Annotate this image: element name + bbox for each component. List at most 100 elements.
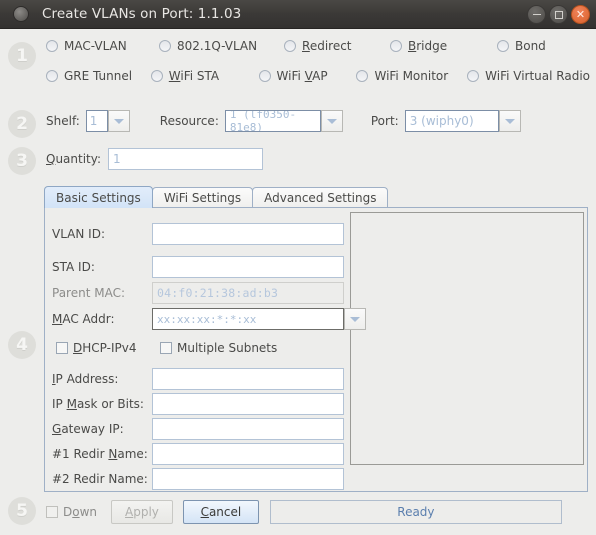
ip-mask-label: IP Mask or Bits:: [52, 397, 144, 411]
shelf-label: Shelf:: [46, 114, 80, 128]
gateway-ip-input[interactable]: [152, 418, 344, 440]
radio-dot-icon: [390, 40, 402, 52]
dhcp-ipv4-checkbox[interactable]: DHCP-IPv4: [56, 341, 160, 355]
down-checkbox[interactable]: Down: [46, 505, 97, 519]
radio-dot-icon: [159, 40, 171, 52]
settings-side-box: [350, 212, 584, 465]
redir1-input[interactable]: [152, 443, 344, 465]
resource-combo[interactable]: 1 (lf0350-81e8): [224, 110, 343, 132]
mac-addr-input[interactable]: xx:xx:xx:*:*:xx: [152, 308, 344, 330]
port-type-group-row2: GRE Tunnel WiFi STA WiFi VAP WiFi Monito…: [46, 66, 590, 86]
shelf-combo[interactable]: 1: [85, 110, 130, 132]
radio-label: GRE Tunnel: [64, 69, 133, 83]
radio-dot-icon: [46, 40, 58, 52]
title-bar: Create VLANs on Port: 1.1.03 ✕: [0, 0, 596, 29]
multiple-subnets-checkbox[interactable]: Multiple Subnets: [160, 341, 277, 355]
mac-addr-combo[interactable]: xx:xx:xx:*:*:xx: [152, 308, 366, 330]
parent-mac-value: 04:f0:21:38:ad:b3: [152, 282, 344, 304]
radio-label: WiFi Virtual Radio: [485, 69, 590, 83]
minimize-icon[interactable]: [527, 5, 546, 24]
radio-wifi-sta[interactable]: WiFi STA: [150, 69, 259, 83]
parent-mac-row: Parent MAC: 04:f0:21:38:ad:b3: [52, 282, 344, 304]
gateway-ip-label: Gateway IP:: [52, 422, 124, 436]
radio-dot-icon: [467, 70, 480, 82]
quantity-row: Quantity: 1: [46, 148, 264, 170]
radio-label: Bond: [515, 39, 546, 53]
ip-mask-row: IP Mask or Bits:: [52, 393, 344, 415]
vlan-id-label: VLAN ID:: [52, 227, 105, 241]
chevron-down-icon[interactable]: [107, 110, 130, 132]
port-value[interactable]: 3 (wiphy0): [404, 110, 499, 132]
vlan-id-input[interactable]: [152, 223, 344, 245]
cancel-button[interactable]: Cancel: [182, 500, 259, 524]
radio-dot-icon: [356, 70, 369, 82]
settings-tabs: Basic Settings WiFi Settings Advanced Se…: [44, 186, 389, 208]
tab-basic-settings[interactable]: Basic Settings: [44, 186, 153, 208]
ip-mask-input[interactable]: [152, 393, 344, 415]
chevron-down-icon[interactable]: [498, 110, 521, 132]
redir1-row: #1 Redir Name:: [52, 443, 344, 465]
redir2-row: #2 Redir Name:: [52, 468, 344, 490]
window-controls: ✕: [527, 5, 590, 24]
port-combo[interactable]: 3 (wiphy0): [404, 110, 521, 132]
radio-redirect[interactable]: Redirect: [284, 39, 390, 53]
radio-bond[interactable]: Bond: [497, 39, 546, 53]
window-title: Create VLANs on Port: 1.1.03: [42, 6, 242, 22]
radio-wifi-monitor[interactable]: WiFi Monitor: [356, 69, 467, 83]
parent-mac-label: Parent MAC:: [52, 286, 126, 300]
redir1-label: #1 Redir Name:: [52, 447, 148, 461]
port-type-group-row1: MAC-VLAN 802.1Q-VLAN Redirect Bridge Bon…: [46, 36, 590, 56]
ip-address-row: IP Address:: [52, 368, 344, 390]
radio-dot-icon: [284, 40, 296, 52]
radio-mac-vlan[interactable]: MAC-VLAN: [46, 39, 159, 53]
vlan-id-row: VLAN ID:: [52, 223, 344, 245]
close-icon[interactable]: ✕: [571, 5, 590, 24]
radio-dot-icon: [258, 70, 271, 82]
radio-wifi-vap[interactable]: WiFi VAP: [258, 69, 357, 83]
radio-dot-icon: [497, 40, 509, 52]
chevron-down-icon[interactable]: [344, 308, 366, 330]
radio-label: Bridge: [408, 39, 448, 53]
step-badge-1: 1: [8, 42, 36, 70]
multiple-subnets-label: Multiple Subnets: [177, 341, 278, 355]
resource-label: Resource:: [159, 114, 219, 128]
radio-dot-icon: [150, 70, 163, 82]
sta-id-row: STA ID:: [52, 256, 344, 278]
radio-8021q-vlan[interactable]: 802.1Q-VLAN: [159, 39, 284, 53]
checkbox-icon[interactable]: [46, 506, 58, 518]
mac-addr-row: MAC Addr: xx:xx:xx:*:*:xx: [52, 308, 366, 330]
radio-bridge[interactable]: Bridge: [390, 39, 497, 53]
apply-button[interactable]: Apply: [111, 500, 173, 524]
radio-label: WiFi Monitor: [374, 69, 449, 83]
chevron-down-icon[interactable]: [320, 110, 343, 132]
footer-bar: Down Apply Cancel Ready: [46, 500, 562, 524]
step-badge-4: 4: [8, 331, 36, 359]
dhcp-ipv4-label: DHCP-IPv4: [73, 341, 137, 355]
mac-addr-label: MAC Addr:: [52, 312, 115, 326]
quantity-input[interactable]: 1: [108, 148, 264, 170]
create-vlans-dialog: Create VLANs on Port: 1.1.03 ✕ 1 2 3 4 5…: [0, 0, 596, 535]
status-field: Ready: [269, 500, 562, 524]
shelf-value[interactable]: 1: [85, 110, 108, 132]
checkbox-icon[interactable]: [56, 342, 68, 354]
gateway-ip-row: Gateway IP:: [52, 418, 344, 440]
ip-address-input[interactable]: [152, 368, 344, 390]
step-badge-3: 3: [8, 147, 36, 175]
quantity-label: Quantity:: [46, 152, 102, 166]
checkbox-row: DHCP-IPv4 Multiple Subnets: [56, 341, 277, 355]
ip-address-label: IP Address:: [52, 372, 119, 386]
radio-gre-tunnel[interactable]: GRE Tunnel: [46, 69, 151, 83]
tab-advanced-settings[interactable]: Advanced Settings: [252, 187, 389, 208]
sta-id-input[interactable]: [152, 256, 344, 278]
redir2-label: #2 Redir Name:: [52, 472, 148, 486]
checkbox-icon[interactable]: [160, 342, 172, 354]
step-badge-2: 2: [8, 110, 36, 138]
radio-label: 802.1Q-VLAN: [177, 39, 258, 53]
step-badge-5: 5: [8, 497, 36, 525]
maximize-icon[interactable]: [549, 5, 568, 24]
redir2-input[interactable]: [152, 468, 344, 490]
radio-wifi-virtual-radio[interactable]: WiFi Virtual Radio: [467, 69, 590, 83]
tab-wifi-settings[interactable]: WiFi Settings: [151, 187, 254, 208]
location-row: Shelf: 1 Resource: 1 (lf0350-81e8) Port:…: [46, 110, 521, 132]
resource-value[interactable]: 1 (lf0350-81e8): [224, 110, 321, 132]
